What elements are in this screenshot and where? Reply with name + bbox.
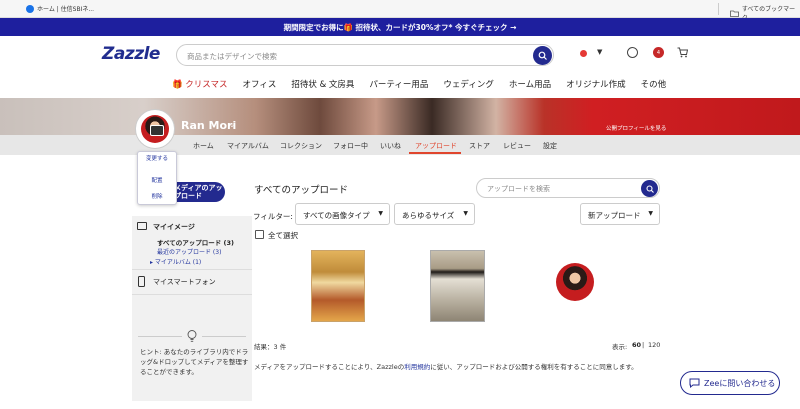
region-flag-icon[interactable] (580, 50, 587, 57)
search-input[interactable]: 商品またはデザインで検索 (187, 51, 277, 62)
sidebar-item-smartphone[interactable]: マイスマートフォン (153, 277, 216, 287)
size-select[interactable]: あらゆるサイズ ▼ (394, 203, 475, 225)
promo-banner[interactable]: 期間限定でお得に🎁 招待状、カードが30%オフ* 今すぐチェック → (0, 18, 800, 36)
bookmarks-divider (718, 3, 719, 15)
tab-settings[interactable]: 設定 (543, 141, 557, 151)
image-type-value: すべての画像タイプ (303, 211, 370, 220)
avatar-menu-position[interactable]: 配置 (138, 176, 176, 184)
avatar-menu: 変更する 配置 削除 (137, 151, 177, 205)
promo-text: 期間限定でお得に🎁 招待状、カードが30%オフ* 今すぐチェック → (283, 22, 517, 32)
sidebar-item-my-album[interactable]: ▸ マイアルバム (1) (150, 257, 201, 266)
divider (202, 336, 246, 337)
per-page-label: 表示: (612, 343, 628, 351)
active-tab-indicator (409, 152, 461, 154)
chevron-down-icon[interactable]: ⌄ (229, 121, 235, 129)
tab-reviews[interactable]: レビュー (503, 141, 531, 151)
main-nav: 🎁 クリスマス オフィス 招待状 & 文房具 パーティー用品 ウェディング ホー… (172, 78, 666, 90)
bookmark-title: ホーム | 住信SBIネ... (37, 6, 95, 13)
tab-likes[interactable]: いいね (380, 141, 401, 151)
divider (138, 336, 182, 337)
search-button[interactable] (533, 46, 552, 65)
terms-text-before: メディアをアップロードすることにより、Zazzleの (254, 363, 405, 371)
tab-my-album[interactable]: マイアルバム (227, 141, 269, 151)
smartphone-icon (138, 276, 145, 287)
zee-help-button[interactable]: Zeeに問い合わせる (680, 371, 780, 395)
chat-icon[interactable] (627, 47, 638, 58)
chevron-down-icon: ▼ (463, 210, 468, 217)
divider (132, 294, 252, 295)
upload-search-bar[interactable]: アップロードを検索 (476, 178, 660, 198)
page-title: すべてのアップロード (254, 185, 348, 196)
upload-terms-notice: メディアをアップロードすることにより、Zazzleの利用規約に従い、アップロード… (254, 361, 638, 371)
search-icon (645, 184, 654, 193)
per-page-120[interactable]: 120 (648, 341, 660, 349)
tab-following[interactable]: フォロー中 (333, 141, 368, 151)
tab-home[interactable]: ホーム (193, 141, 214, 151)
upload-search-input[interactable]: アップロードを検索 (487, 184, 550, 194)
profile-name[interactable]: Ran Mori (181, 119, 236, 132)
sidebar-item-recent-uploads[interactable]: 最近のアップロード (3) (157, 247, 221, 256)
filter-label: フィルター: (253, 212, 293, 221)
image-icon (137, 222, 147, 230)
results-count: 結果：3 件 (254, 343, 287, 351)
chevron-down-icon[interactable]: ▼ (597, 48, 602, 56)
profile-cover-banner (0, 98, 800, 135)
nav-item-custom[interactable]: オリジナル作成 (566, 78, 626, 90)
nav-item-more[interactable]: その他 (641, 78, 667, 90)
camera-icon[interactable] (150, 125, 164, 136)
zazzle-page: 期間限定でお得に🎁 招待状、カードが30%オフ* 今すぐチェック → Zazzl… (0, 18, 800, 409)
bookmarks-bar: ホーム | 住信SBIネ... すべてのブックマーク (0, 0, 800, 22)
sidebar-hint: ヒント: あなたのライブラリ内でドラッグ&ドロップしてメディアを整理することがで… (140, 348, 249, 376)
select-all-label[interactable]: 全て選択 (268, 230, 298, 241)
upload-thumbnail[interactable] (556, 263, 594, 301)
nav-item-invitations[interactable]: 招待状 & 文房具 (291, 78, 354, 90)
public-profile-link[interactable]: 公開プロフィールを見る (606, 124, 666, 132)
my-album-label: マイアルバム (1) (154, 259, 202, 266)
sidebar-item-all-uploads[interactable]: すべてのアップロード (3) (157, 237, 234, 247)
zee-help-label: Zeeに問い合わせる (704, 378, 776, 388)
bookmark-tab[interactable]: ホーム | 住信SBIネ... (26, 4, 94, 13)
sidebar: マイイメージ すべてのアップロード (3) 最近のアップロード (3) ▸ マイ… (132, 216, 252, 401)
avatar[interactable] (136, 110, 174, 148)
avatar-menu-change[interactable]: 変更する (138, 156, 176, 163)
tab-store[interactable]: ストア (469, 141, 490, 151)
image-type-select[interactable]: すべての画像タイプ ▼ (295, 203, 390, 225)
folder-icon (730, 10, 739, 17)
nav-item-christmas[interactable]: 🎁 クリスマス (172, 78, 228, 90)
terms-link[interactable]: 利用規約 (404, 363, 430, 371)
search-bar[interactable]: 商品またはデザインで検索 (176, 44, 554, 66)
upload-thumbnail[interactable] (430, 250, 485, 322)
tab-collection[interactable]: コレクション (280, 141, 322, 151)
select-all-checkbox[interactable] (255, 230, 264, 239)
upload-thumbnail[interactable] (311, 250, 365, 322)
profile-tabs: ホーム マイアルバム コレクション フォロー中 いいね アップロード ストア レ… (0, 135, 800, 155)
terms-text-after: に従い、アップロードおよび公開する権利を有することに同意します。 (430, 363, 638, 371)
per-page-60[interactable]: 60 (632, 341, 641, 349)
avatar-menu-delete[interactable]: 削除 (138, 192, 176, 200)
sort-select[interactable]: 新アップロード ▼ (580, 203, 660, 225)
chat-bubble-icon (689, 378, 700, 388)
per-page-separator: | (642, 341, 645, 349)
nav-item-party[interactable]: パーティー用品 (369, 78, 428, 90)
chevron-down-icon: ▼ (378, 210, 383, 217)
search-icon (538, 51, 547, 60)
site-favicon-icon (26, 4, 34, 13)
zazzle-logo[interactable]: Zazzle (102, 44, 160, 64)
account-badge[interactable]: 4 (653, 47, 664, 58)
upload-search-button[interactable] (641, 180, 658, 197)
avatar-image (141, 115, 169, 143)
chevron-down-icon: ▼ (648, 210, 653, 217)
sidebar-item-my-image[interactable]: マイイメージ (153, 222, 195, 232)
cart-icon[interactable] (677, 47, 688, 58)
tab-uploads[interactable]: アップロード (415, 141, 457, 151)
nav-item-home[interactable]: ホーム用品 (509, 78, 551, 90)
nav-item-office[interactable]: オフィス (243, 78, 277, 90)
sort-value: 新アップロード (588, 211, 641, 220)
size-value: あらゆるサイズ (402, 211, 455, 220)
lightbulb-icon (187, 330, 197, 342)
nav-item-wedding[interactable]: ウェディング (443, 78, 493, 90)
divider (132, 269, 252, 270)
